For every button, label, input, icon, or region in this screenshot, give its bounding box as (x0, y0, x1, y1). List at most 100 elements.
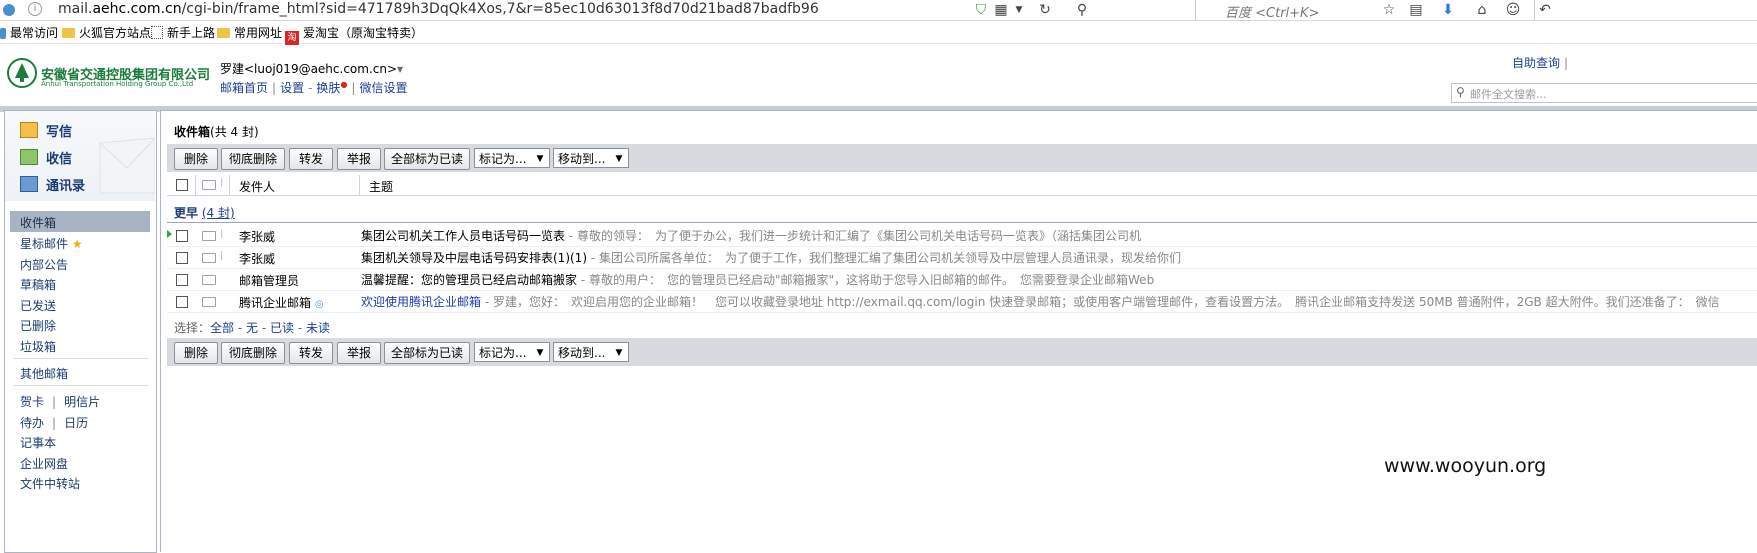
mail-search-placeholder: 邮件全文搜索... (1470, 88, 1547, 101)
folder-icon (62, 28, 75, 38)
url-text[interactable]: mail.aehc.com.cn/cgi-bin/frame_html?sid=… (58, 1, 819, 17)
sidebar-item-other-mailboxes[interactable]: 其他邮箱 (20, 365, 68, 382)
home-icon[interactable]: ⌂ (1473, 1, 1491, 19)
select-all-link[interactable]: 全部 (210, 321, 234, 335)
dropdown-icon[interactable]: ▼ (1010, 1, 1028, 19)
chat-icon[interactable]: ☺ (1504, 1, 1522, 19)
row-sender[interactable]: 李张威 (239, 228, 275, 245)
receive-label: 收信 (46, 152, 73, 167)
delete-button[interactable]: 删除 (174, 148, 218, 170)
row-sender[interactable]: 邮箱管理员 (239, 272, 299, 289)
reload-icon[interactable]: ↻ (1036, 1, 1054, 19)
move-to-select[interactable]: 移动到... ▼ (553, 342, 629, 362)
sidebar-item-spam[interactable]: 垃圾箱 (20, 338, 56, 355)
contacts-icon (20, 176, 38, 192)
row-subject[interactable]: 集团机关领导及中层电话号码安排表(1)(1) - 集团公司所属各单位： 为了便于… (361, 249, 1757, 266)
column-subject[interactable]: 主题 (369, 178, 393, 195)
mark-as-select[interactable]: 标记为... ▼ (474, 342, 550, 362)
sidebar-item-netdisk[interactable]: 企业网盘 (20, 455, 68, 472)
row-subject[interactable]: 欢迎使用腾讯企业邮箱 - 罗建，您好： 欢迎启用您的企业邮箱！ 您可以收藏登录地… (361, 293, 1757, 310)
mail-toolbar-bottom: 删除 彻底删除 转发 举报 全部标为已读 标记为... ▼ 移动到... ▼ (167, 338, 1757, 366)
bookmark-getting-started[interactable]: 新手上路 (151, 24, 215, 41)
search-icon: ⚲ (1456, 85, 1465, 99)
column-sender[interactable]: 发件人 (239, 178, 275, 195)
select-all-checkbox[interactable] (176, 179, 188, 191)
chevron-down-icon: ▼ (536, 348, 544, 358)
sidebar-item-cards[interactable]: 贺卡 (20, 395, 44, 409)
header-links: 邮箱首页 | 设置 - 换肤● | 微信设置 (220, 80, 408, 95)
sidebar-item-drafts[interactable]: 草稿箱 (20, 276, 56, 293)
row-checkbox[interactable] (176, 274, 188, 286)
forward-button[interactable]: 转发 (289, 148, 333, 170)
link-mail-home[interactable]: 邮箱首页 (220, 81, 268, 95)
sidebar-item-sent[interactable]: 已发送 (20, 297, 56, 314)
contacts-button[interactable]: 通讯录 (20, 175, 85, 194)
sidebar-item-announcements[interactable]: 内部公告 (20, 256, 68, 273)
site-info-icon[interactable]: i (28, 2, 42, 16)
mark-all-read-button[interactable]: 全部标为已读 (384, 342, 470, 364)
bookmark-ai-taobao[interactable]: 淘爱淘宝（原淘宝特卖） (285, 24, 423, 45)
row-subject[interactable]: 温馨提醒：您的管理员已经启动邮箱搬家 - 尊敬的用户： 您的管理员已经启动"邮箱… (361, 271, 1757, 288)
delete-button[interactable]: 删除 (174, 342, 218, 364)
folder-label: 星标邮件 (20, 237, 69, 251)
url-domain: aehc.com.cn (92, 1, 182, 17)
self-query-link[interactable]: 自助查询 | (1512, 54, 1568, 71)
row-sender[interactable]: 李张威 (239, 250, 275, 267)
browser-back-icon[interactable] (3, 4, 15, 16)
link-wechat-settings[interactable]: 微信设置 (359, 81, 407, 95)
contacts-label: 通讯录 (46, 179, 86, 194)
bookmark-common-sites[interactable]: 常用网址 (217, 24, 282, 41)
qr-code-icon[interactable]: ▦ (992, 1, 1010, 19)
sidebar-item-calendar[interactable]: 日历 (64, 416, 88, 430)
row-checkbox[interactable] (176, 230, 188, 242)
row-checkbox[interactable] (176, 252, 188, 264)
row-sender[interactable]: 腾讯企业邮箱 ◎ (239, 294, 324, 311)
bookmark-label: 新手上路 (167, 26, 216, 40)
receive-button[interactable]: 收信 (20, 148, 72, 167)
column-divider (229, 175, 230, 195)
sidebar-item-todo[interactable]: 待办 (20, 416, 44, 430)
bookmark-star-icon[interactable]: ☆ (1380, 1, 1398, 19)
report-button[interactable]: 举报 (337, 148, 381, 170)
sidebar-item-notes[interactable]: 记事本 (20, 434, 56, 451)
sidebar-item-file-transfer[interactable]: 文件中转站 (20, 475, 80, 492)
sidebar-item-deleted[interactable]: 已删除 (20, 317, 56, 334)
sidebar-item-postcards[interactable]: 明信片 (64, 395, 100, 409)
select-unread-link[interactable]: 未读 (306, 321, 330, 335)
forward-button[interactable]: 转发 (289, 342, 333, 364)
read-envelope-icon (202, 275, 216, 285)
delete-permanent-button[interactable]: 彻底删除 (221, 148, 285, 170)
compose-button[interactable]: 写信 (20, 121, 72, 140)
user-account[interactable]: 罗建<luoj019@aehc.com.cn>▾ (220, 60, 403, 77)
bookmark-firefox-sites[interactable]: 火狐官方站点 (62, 24, 151, 41)
subject-text: 集团机关领导及中层电话号码安排表(1)(1) (361, 251, 587, 265)
sidebar-divider (14, 358, 148, 359)
select-none-link[interactable]: 无 (246, 321, 258, 335)
folder-inbox-label: 收件箱 (20, 216, 57, 230)
url-bar[interactable]: i mail.aehc.com.cn/cgi-bin/frame_html?si… (0, 0, 1196, 20)
bookmark-most-visited[interactable]: 最常访问 (0, 24, 58, 41)
reading-list-icon[interactable]: ▤ (1407, 1, 1425, 19)
move-to-select[interactable]: 移动到... ▼ (553, 148, 629, 168)
row-subject[interactable]: 集团公司机关工作人员电话号码一览表 - 尊敬的领导： 为了便于办公，我们进一步统… (361, 227, 1757, 244)
shield-icon[interactable]: ⛉ (972, 1, 990, 19)
link-skin[interactable]: 换肤 (316, 81, 340, 95)
sidebar-item-starred[interactable]: 星标邮件 ★ (20, 235, 83, 252)
new-dot-icon: ● (340, 80, 348, 89)
undo-icon[interactable]: ↶ (1536, 1, 1554, 19)
mark-as-select[interactable]: 标记为... ▼ (474, 148, 550, 168)
company-logo-icon (7, 58, 37, 88)
envelope-column-icon (202, 180, 216, 190)
select-read-link[interactable]: 已读 (270, 321, 294, 335)
read-envelope-icon (202, 297, 216, 307)
chevron-down-icon[interactable]: ▾ (397, 62, 403, 76)
delete-permanent-button[interactable]: 彻底删除 (221, 342, 285, 364)
group-count-link[interactable]: (4 封) (202, 206, 235, 220)
report-button[interactable]: 举报 (337, 342, 381, 364)
self-query-label: 自助查询 (1512, 56, 1561, 70)
row-checkbox[interactable] (176, 296, 188, 308)
mark-all-read-button[interactable]: 全部标为已读 (384, 148, 470, 170)
link-settings[interactable]: 设置 (280, 81, 304, 95)
folder-icon (217, 28, 230, 38)
download-icon[interactable]: ⬇ (1439, 1, 1457, 19)
